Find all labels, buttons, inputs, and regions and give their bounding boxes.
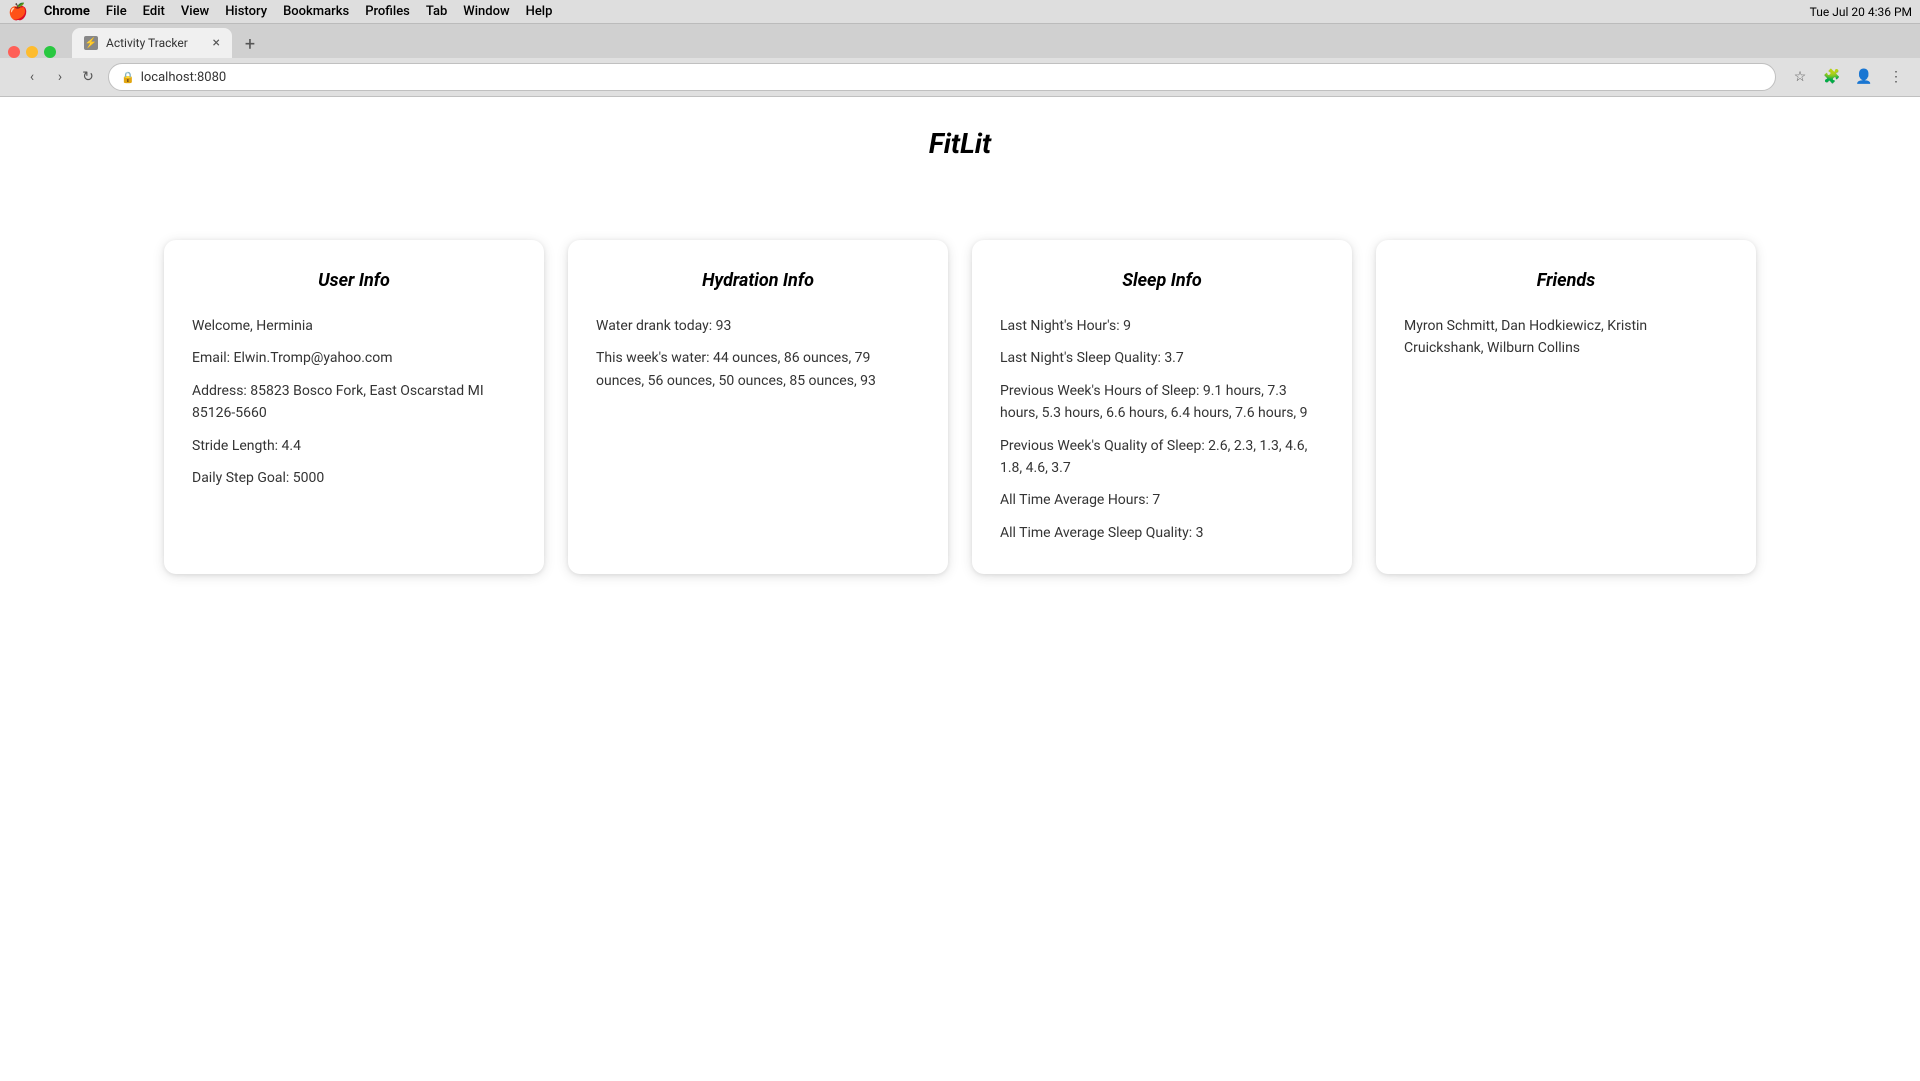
forward-button[interactable]: › — [48, 65, 72, 89]
user-step-goal: Daily Step Goal: 5000 — [192, 467, 516, 489]
menu-icon[interactable]: ⋮ — [1884, 65, 1908, 89]
close-button[interactable] — [8, 46, 20, 58]
tab-title: Activity Tracker — [106, 36, 188, 50]
menu-help[interactable]: Help — [526, 4, 553, 19]
menu-bar-right: Tue Jul 20 4:36 PM — [1810, 5, 1912, 19]
maximize-button[interactable] — [44, 46, 56, 58]
address-bar[interactable]: 🔒 localhost:8080 — [108, 63, 1776, 91]
traffic-lights — [8, 46, 56, 58]
last-night-quality: Last Night's Sleep Quality: 3.7 — [1000, 347, 1324, 369]
all-time-avg-hours: All Time Average Hours: 7 — [1000, 489, 1324, 511]
menu-file[interactable]: File — [106, 4, 127, 19]
menu-edit[interactable]: Edit — [143, 4, 165, 19]
sleep-info-title: Sleep Info — [1000, 270, 1324, 291]
friends-title: Friends — [1404, 270, 1728, 291]
menu-bar: 🍎 Chrome File Edit View History Bookmark… — [0, 0, 1920, 24]
lock-icon: 🔒 — [121, 71, 135, 84]
user-info-body: Welcome, Herminia Email: Elwin.Tromp@yah… — [192, 315, 516, 489]
browser-toolbar: ‹ › ↻ 🔒 localhost:8080 ☆ 🧩 👤 ⋮ — [0, 58, 1920, 96]
menu-view[interactable]: View — [181, 4, 209, 19]
all-time-avg-quality: All Time Average Sleep Quality: 3 — [1000, 522, 1324, 544]
hydration-info-card: Hydration Info Water drank today: 93 Thi… — [568, 240, 948, 574]
hydration-info-title: Hydration Info — [596, 270, 920, 291]
profile-icon[interactable]: 👤 — [1852, 65, 1876, 89]
apple-menu[interactable]: 🍎 — [8, 2, 28, 21]
friends-list: Myron Schmitt, Dan Hodkiewicz, Kristin C… — [1404, 315, 1728, 360]
prev-week-hours: Previous Week's Hours of Sleep: 9.1 hour… — [1000, 380, 1324, 425]
minimize-button[interactable] — [26, 46, 38, 58]
tab-favicon: ⚡ — [84, 36, 98, 50]
user-info-title: User Info — [192, 270, 516, 291]
app-title: FitLit — [20, 127, 1900, 160]
menu-tab[interactable]: Tab — [426, 4, 447, 19]
menu-chrome[interactable]: Chrome — [44, 4, 90, 19]
address-text: localhost:8080 — [141, 70, 227, 85]
user-stride: Stride Length: 4.4 — [192, 435, 516, 457]
user-email: Email: Elwin.Tromp@yahoo.com — [192, 347, 516, 369]
friends-card: Friends Myron Schmitt, Dan Hodkiewicz, K… — [1376, 240, 1756, 574]
user-welcome: Welcome, Herminia — [192, 315, 516, 337]
tab-bar: ⚡ Activity Tracker × + — [0, 24, 1920, 58]
menu-window[interactable]: Window — [463, 4, 509, 19]
menu-bookmarks[interactable]: Bookmarks — [283, 4, 349, 19]
user-address: Address: 85823 Bosco Fork, East Oscarsta… — [192, 380, 516, 425]
user-info-card: User Info Welcome, Herminia Email: Elwin… — [164, 240, 544, 574]
friends-body: Myron Schmitt, Dan Hodkiewicz, Kristin C… — [1404, 315, 1728, 360]
refresh-button[interactable]: ↻ — [76, 65, 100, 89]
new-tab-button[interactable]: + — [236, 30, 264, 58]
menu-profiles[interactable]: Profiles — [365, 4, 410, 19]
page-content: FitLit User Info Welcome, Herminia Email… — [0, 97, 1920, 1081]
back-button[interactable]: ‹ — [20, 65, 44, 89]
menu-bar-time: Tue Jul 20 4:36 PM — [1810, 5, 1912, 19]
prev-week-quality: Previous Week's Quality of Sleep: 2.6, 2… — [1000, 435, 1324, 480]
sleep-info-card: Sleep Info Last Night's Hour's: 9 Last N… — [972, 240, 1352, 574]
weeks-water: This week's water: 44 ounces, 86 ounces,… — [596, 347, 920, 392]
browser-actions: ☆ 🧩 👤 ⋮ — [1788, 65, 1908, 89]
bookmark-icon[interactable]: ☆ — [1788, 65, 1812, 89]
water-today: Water drank today: 93 — [596, 315, 920, 337]
hydration-info-body: Water drank today: 93 This week's water:… — [596, 315, 920, 392]
last-night-hours: Last Night's Hour's: 9 — [1000, 315, 1324, 337]
tab-close-icon[interactable]: × — [213, 35, 220, 51]
active-tab[interactable]: ⚡ Activity Tracker × — [72, 28, 232, 58]
cards-container: User Info Welcome, Herminia Email: Elwin… — [20, 240, 1900, 574]
sleep-info-body: Last Night's Hour's: 9 Last Night's Slee… — [1000, 315, 1324, 544]
extensions-icon[interactable]: 🧩 — [1820, 65, 1844, 89]
browser-chrome: ⚡ Activity Tracker × + ‹ › ↻ 🔒 localhost… — [0, 24, 1920, 97]
menu-history[interactable]: History — [225, 4, 267, 19]
browser-nav: ‹ › ↻ — [20, 65, 100, 89]
